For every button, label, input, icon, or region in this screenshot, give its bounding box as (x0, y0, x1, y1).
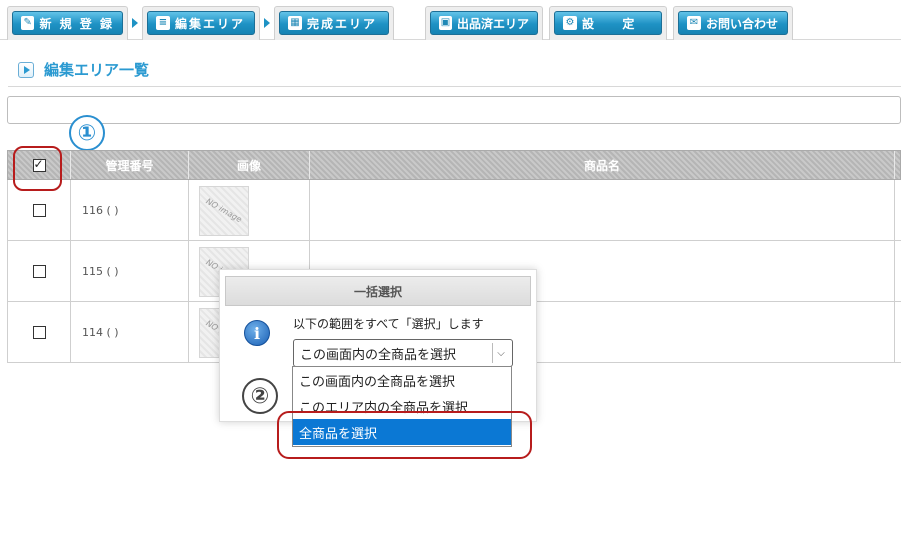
top-tab-bar: ✎ 新 規 登 録 ≡ 編集エリア ▦ 完成エリア ▣ 出品済エリア ⚙ 設 定… (0, 0, 901, 40)
boxes-icon: ▦ (288, 16, 302, 30)
range-select-value: この画面内の全商品を選択 (300, 347, 457, 363)
tab-contact[interactable]: ✉ お問い合わせ (673, 6, 793, 40)
tab-button[interactable]: ✎ 新 規 登 録 (12, 11, 123, 35)
row-end-cell (895, 180, 901, 241)
tab-button[interactable]: ⚙ 設 定 (554, 11, 662, 35)
row-end-cell (895, 302, 901, 363)
callout-number-two: ② (242, 378, 278, 414)
tab-label: 編集エリア (175, 16, 246, 31)
tab-button[interactable]: ✉ お問い合わせ (678, 11, 788, 35)
callout-number-one: ① (69, 115, 105, 151)
header-product-name: 商品名 (310, 151, 895, 179)
tab-complete-area[interactable]: ▦ 完成エリア (274, 6, 394, 40)
row-select-cell (8, 302, 71, 363)
row-select-cell (8, 241, 71, 302)
table-header: 管理番号 画像 商品名 (7, 150, 901, 180)
tab-button[interactable]: ≡ 編集エリア (147, 11, 255, 35)
tab-listed-area[interactable]: ▣ 出品済エリア (425, 6, 543, 40)
dialog-message: 以下の範囲をすべて「選択」します (293, 317, 484, 331)
play-icon (18, 61, 34, 78)
tab-label: 出品済エリア (456, 16, 529, 31)
tab-label: お問い合わせ (706, 16, 779, 31)
info-icon: i (244, 320, 270, 346)
section-header: 編集エリア一覧 (8, 53, 901, 87)
row-product-name (310, 180, 895, 241)
tab-new-registration[interactable]: ✎ 新 規 登 録 (7, 6, 128, 40)
dialog-title: 一括選択 (225, 276, 531, 306)
row-image-cell: NO image (189, 180, 310, 241)
row-checkbox[interactable] (32, 265, 46, 278)
search-bar[interactable] (7, 96, 901, 124)
arrow-right-icon (264, 18, 270, 28)
option-this-screen[interactable]: この画面内の全商品を選択 (293, 367, 511, 393)
chat-icon: ✉ (687, 16, 701, 30)
tab-button[interactable]: ▣ 出品済エリア (430, 11, 538, 35)
arrow-right-icon (132, 18, 138, 28)
page-title: 編集エリア一覧 (44, 61, 150, 79)
row-number: 114 ( ) (71, 302, 189, 363)
header-number: 管理番号 (71, 151, 189, 179)
tab-edit-area[interactable]: ≡ 編集エリア (142, 6, 260, 40)
header-image: 画像 (189, 151, 310, 179)
row-number: 116 ( ) (71, 180, 189, 241)
tab-button[interactable]: ▦ 完成エリア (279, 11, 389, 35)
no-image-placeholder[interactable]: NO image (199, 185, 249, 236)
gear-icon: ⚙ (563, 16, 577, 30)
row-checkbox[interactable] (32, 326, 46, 339)
chevron-down-icon[interactable]: ⌵ (492, 343, 509, 363)
tab-label: 完成エリア (307, 16, 378, 31)
tab-label: 新 規 登 録 (39, 16, 114, 31)
no-image-label: NO image (204, 196, 244, 225)
row-number: 115 ( ) (71, 241, 189, 302)
select-all-highlight (13, 146, 62, 191)
row-checkbox[interactable] (32, 204, 46, 217)
tab-label: 設 定 (582, 16, 637, 31)
range-select[interactable]: この画面内の全商品を選択 ⌵ (293, 339, 513, 367)
app-window: ✎ 新 規 登 録 ≡ 編集エリア ▦ 完成エリア ▣ 出品済エリア ⚙ 設 定… (0, 0, 901, 539)
table-row: 116 ( ) NO image (7, 180, 901, 241)
pencil-icon: ✎ (21, 16, 35, 30)
option-highlight (277, 411, 532, 459)
list-icon: ≡ (156, 16, 170, 30)
tab-settings[interactable]: ⚙ 設 定 (549, 6, 667, 40)
box-icon: ▣ (439, 16, 452, 30)
row-end-cell (895, 241, 901, 302)
